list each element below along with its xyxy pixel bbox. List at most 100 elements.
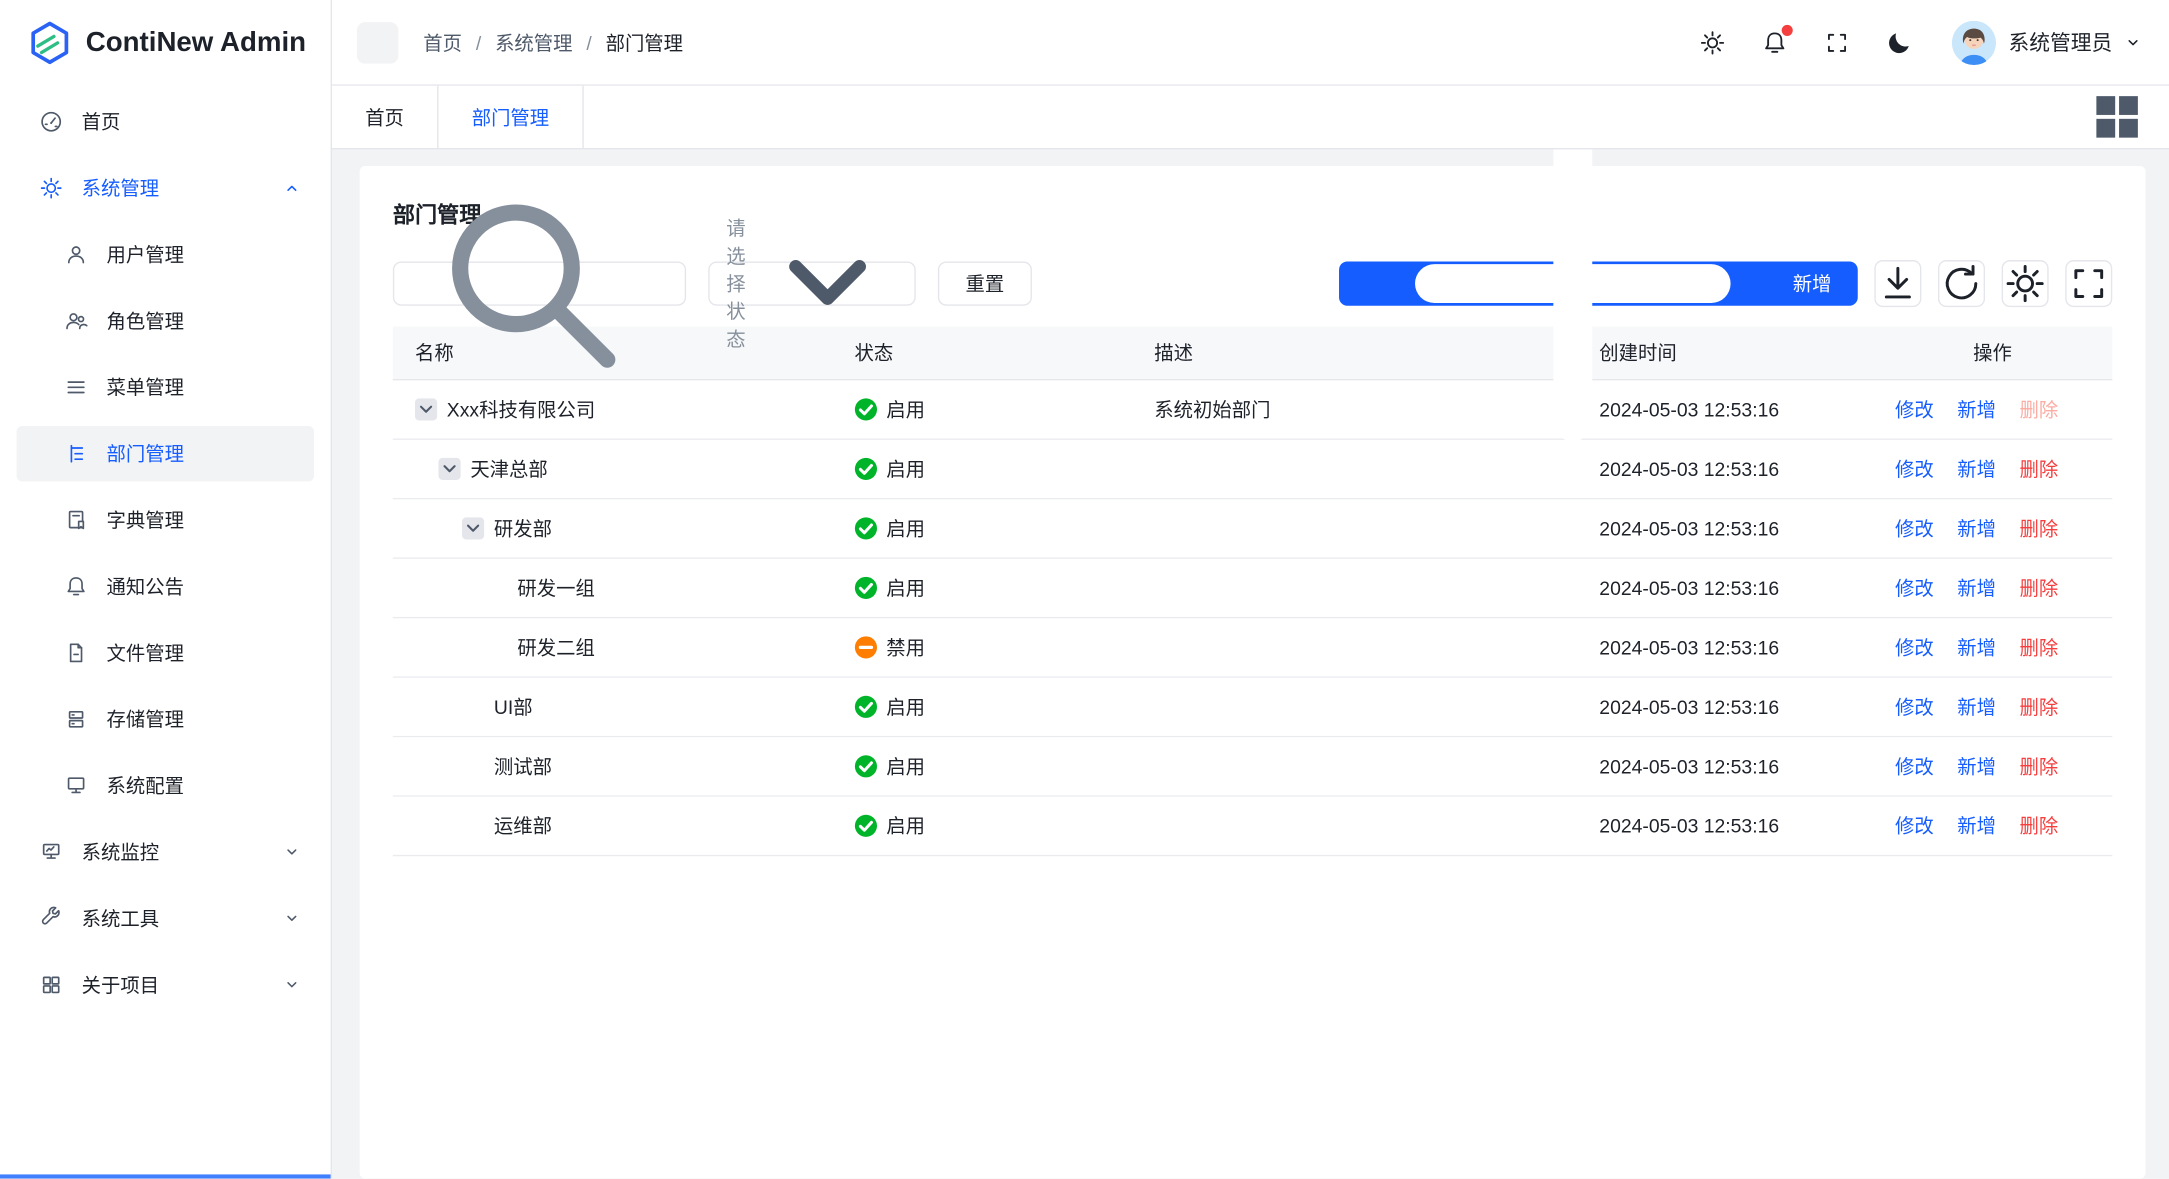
sidebar-item-file-mgmt[interactable]: 文件管理 (17, 625, 314, 680)
user-menu[interactable]: 系统管理员 (1952, 20, 2142, 64)
tree-indent (415, 647, 486, 648)
table-row: 研发部启用2024-05-03 12:53:16修改新增删除 (393, 499, 2112, 558)
sidebar-item-dept-mgmt[interactable]: 部门管理 (17, 426, 314, 481)
operations-cell: 修改新增删除 (1873, 693, 2112, 721)
add-child-link[interactable]: 新增 (1957, 396, 1996, 424)
status-badge: 启用 (854, 574, 1110, 602)
tree-collapse-button[interactable] (415, 398, 437, 420)
operations-cell: 修改新增删除 (1873, 753, 2112, 781)
delete-link[interactable]: 删除 (2020, 574, 2059, 602)
name-cell: 天津总部 (393, 455, 832, 483)
breadcrumb-system-mgmt[interactable]: 系统管理 (495, 28, 572, 56)
tree-indent (415, 528, 462, 529)
edit-link[interactable]: 修改 (1895, 515, 1934, 543)
column-header: 名称 (393, 339, 832, 367)
sidebar-item-home[interactable]: 首页 (17, 94, 314, 149)
table-row: 研发一组启用2024-05-03 12:53:16修改新增删除 (393, 559, 2112, 618)
sidebar-item-system-config[interactable]: 系统配置 (17, 758, 314, 813)
status-enabled-icon (854, 577, 876, 599)
delete-link[interactable]: 删除 (2020, 693, 2059, 721)
edit-link[interactable]: 修改 (1895, 753, 1934, 781)
dark-mode-moon-icon[interactable] (1885, 28, 1913, 56)
sidebar-item-about-project[interactable]: 关于项目 (17, 957, 314, 1012)
name-cell: 研发二组 (393, 634, 832, 662)
tab-bar: 首页 部门管理 (332, 86, 2169, 150)
wrench-icon (39, 906, 64, 931)
add-child-link[interactable]: 新增 (1957, 693, 1996, 721)
sidebar-item-label: 部门管理 (107, 440, 301, 468)
sidebar-item-menu-mgmt[interactable]: 菜单管理 (17, 360, 314, 415)
tab-label: 首页 (365, 103, 404, 131)
sidebar-item-label: 字典管理 (107, 506, 301, 534)
breadcrumb-home[interactable]: 首页 (423, 28, 462, 56)
breadcrumb: 首页 / 系统管理 / 部门管理 (423, 28, 683, 56)
operations-cell: 修改新增删除 (1873, 515, 2112, 543)
status-label: 禁用 (886, 634, 925, 662)
column-settings-button[interactable] (2002, 260, 2049, 307)
search-input[interactable] (664, 271, 670, 296)
department-name: 天津总部 (470, 455, 547, 483)
edit-link[interactable]: 修改 (1895, 812, 1934, 840)
sidebar-group-children: 用户管理角色管理菜单管理部门管理字典管理通知公告文件管理存储管理系统配置 (0, 227, 331, 814)
status-enabled-icon (854, 696, 876, 718)
sidebar-item-user-mgmt[interactable]: 用户管理 (17, 227, 314, 282)
status-select[interactable]: 请选择状态 (708, 261, 915, 305)
add-child-link[interactable]: 新增 (1957, 455, 1996, 483)
department-name: 测试部 (494, 753, 552, 781)
refresh-button[interactable] (1938, 260, 1985, 307)
operations-cell: 修改新增删除 (1873, 574, 2112, 602)
add-child-link[interactable]: 新增 (1957, 812, 1996, 840)
fullscreen-icon[interactable] (1823, 28, 1851, 56)
menu-lines-icon (64, 375, 89, 400)
edit-link[interactable]: 修改 (1895, 396, 1934, 424)
add-button[interactable]: 新增 (1339, 261, 1858, 305)
sidebar-item-system-mgmt[interactable]: 系统管理 (17, 160, 314, 215)
dict-icon (64, 508, 89, 533)
edit-link[interactable]: 修改 (1895, 455, 1934, 483)
sidebar-item-notice[interactable]: 通知公告 (17, 559, 314, 614)
status-badge: 启用 (854, 455, 1110, 483)
edit-link[interactable]: 修改 (1895, 634, 1934, 662)
tab-home[interactable]: 首页 (332, 86, 439, 148)
add-child-link[interactable]: 新增 (1957, 574, 1996, 602)
add-child-link[interactable]: 新增 (1957, 634, 1996, 662)
table-row: 天津总部启用2024-05-03 12:53:16修改新增删除 (393, 440, 2112, 499)
edit-link[interactable]: 修改 (1895, 574, 1934, 602)
delete-link[interactable]: 删除 (2020, 812, 2059, 840)
delete-link[interactable]: 删除 (2020, 515, 2059, 543)
keyword-search-field[interactable] (393, 261, 686, 305)
sidebar-item-role-mgmt[interactable]: 角色管理 (17, 293, 314, 348)
settings-icon[interactable] (1699, 28, 1727, 56)
delete-link[interactable]: 删除 (2020, 634, 2059, 662)
plus-icon (1365, 149, 1780, 491)
sidebar-item-system-tools[interactable]: 系统工具 (17, 891, 314, 946)
table-row: UI部启用2024-05-03 12:53:16修改新增删除 (393, 678, 2112, 737)
status-enabled-icon (854, 815, 876, 837)
add-child-link[interactable]: 新增 (1957, 753, 1996, 781)
notification-bell-icon[interactable] (1761, 28, 1789, 56)
sidebar-item-label: 存储管理 (107, 705, 301, 733)
add-child-link[interactable]: 新增 (1957, 515, 1996, 543)
edit-link[interactable]: 修改 (1895, 693, 1934, 721)
tree-collapse-button[interactable] (462, 517, 484, 539)
reset-button[interactable]: 重置 (938, 261, 1032, 305)
sidebar-collapse-button[interactable] (357, 21, 398, 62)
tab-dept-mgmt[interactable]: 部门管理 (439, 86, 584, 148)
sidebar-item-system-monitor[interactable]: 系统监控 (17, 824, 314, 879)
delete-link[interactable]: 删除 (2020, 455, 2059, 483)
sidebar-item-dict-mgmt[interactable]: 字典管理 (17, 492, 314, 547)
tab-grid-icon[interactable] (2086, 86, 2169, 148)
operations-cell: 修改新增删除 (1873, 455, 2112, 483)
tree-collapse-button[interactable] (439, 458, 461, 480)
table-fullscreen-button[interactable] (2065, 260, 2112, 307)
main-content: 部门管理 请选择状态 重置 新增 (332, 149, 2169, 1179)
created-time-cell: 2024-05-03 12:53:16 (1577, 815, 1873, 837)
delete-link[interactable]: 删除 (2020, 753, 2059, 781)
sidebar-item-label: 系统配置 (107, 772, 301, 800)
sidebar-item-storage-mgmt[interactable]: 存储管理 (17, 692, 314, 747)
file-icon (64, 640, 89, 665)
app-window: ContiNew Admin 首页系统管理用户管理角色管理菜单管理部门管理字典管… (0, 0, 2169, 1179)
status-cell: 启用 (832, 396, 1132, 424)
export-download-button[interactable] (1874, 260, 1921, 307)
department-name: Xxx科技有限公司 (447, 396, 595, 424)
